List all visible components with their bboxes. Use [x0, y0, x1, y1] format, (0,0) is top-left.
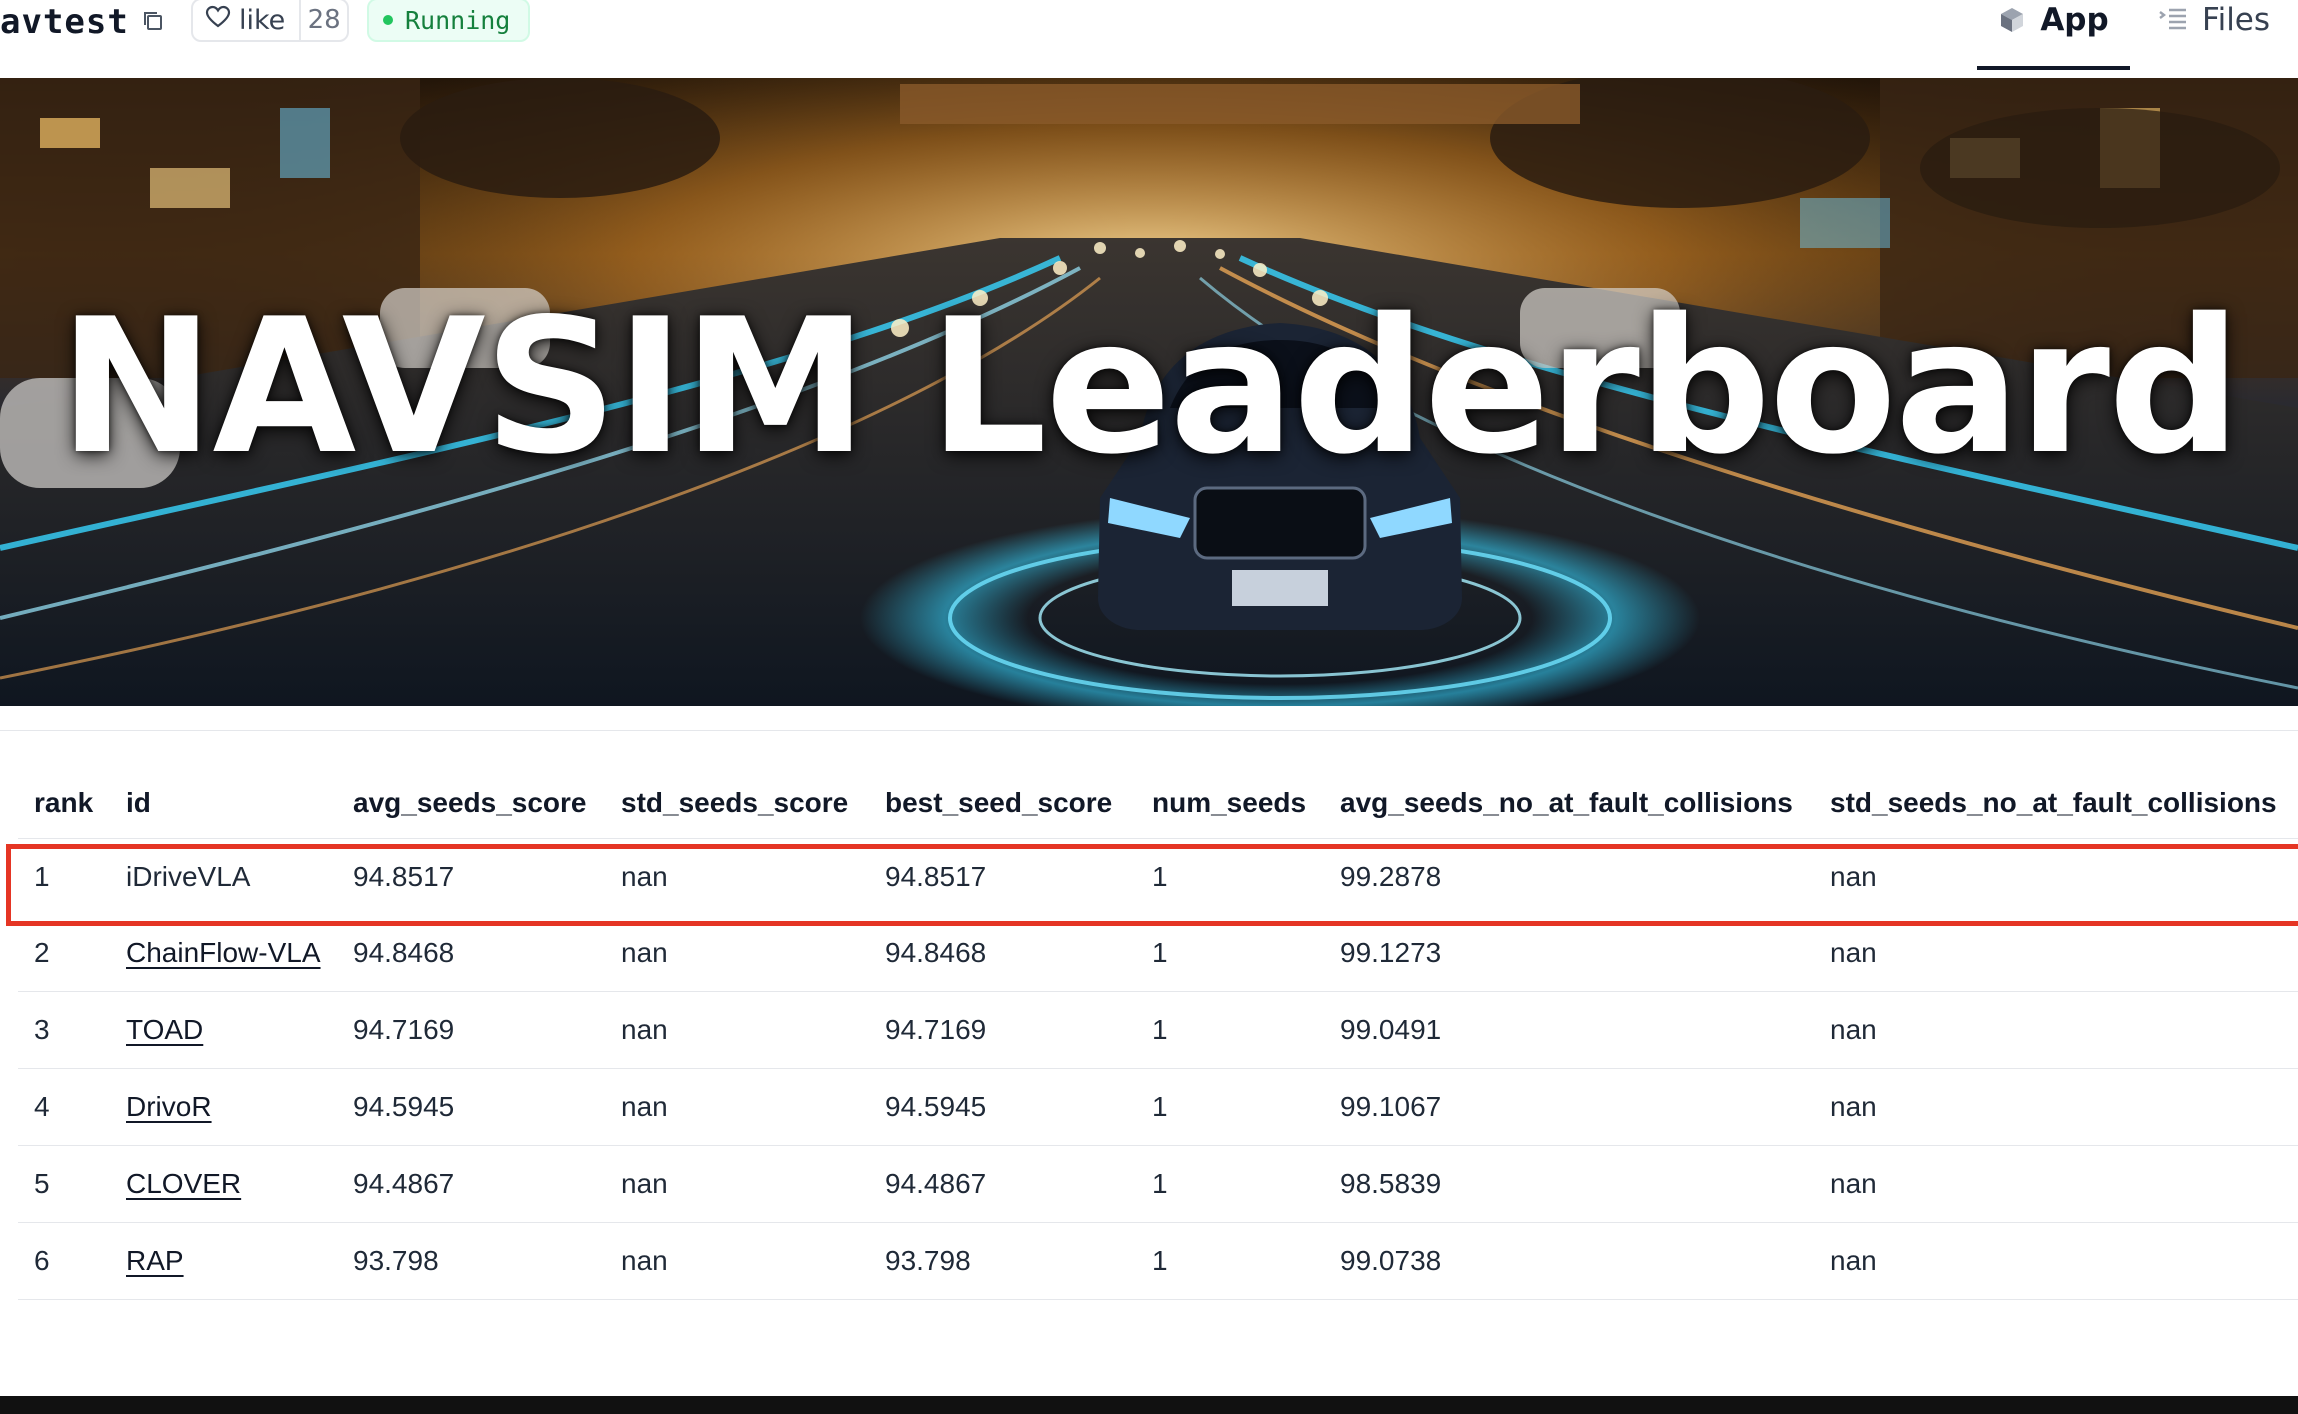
col-header-std-seeds-score[interactable]: std_seeds_score [605, 768, 869, 839]
model-link-clover[interactable]: CLOVER [126, 1168, 241, 1199]
cell-num-seeds: 1 [1136, 991, 1324, 1069]
cell-std-nc: nan [1814, 915, 2298, 992]
cell-best-score: 94.5945 [869, 1068, 1136, 1146]
col-header-avg-no-at-fault-collisions[interactable]: avg_seeds_no_at_fault_collisions [1324, 768, 1814, 839]
cell-avg-score: 94.5945 [337, 1068, 605, 1146]
table-row: 6 RAP 93.798 nan 93.798 1 99.0738 nan [18, 1222, 2298, 1300]
col-header-num-seeds[interactable]: num_seeds [1136, 768, 1324, 839]
cell-avg-score: 94.8517 [353, 861, 455, 892]
model-link-toad[interactable]: TOAD [126, 1014, 203, 1045]
cell-num-seeds: 1 [1136, 1222, 1324, 1300]
model-link-drivor[interactable]: DrivoR [126, 1091, 212, 1122]
cell-std-score: nan [621, 861, 668, 892]
table-row: 5 CLOVER 94.4867 nan 94.4867 1 98.5839 n… [18, 1145, 2298, 1223]
model-link-chainflow-vla[interactable]: ChainFlow-VLA [126, 937, 321, 968]
cell-id: CLOVER [110, 1145, 337, 1223]
space-name[interactable]: avtest [0, 2, 129, 42]
bottom-bar [0, 1396, 2298, 1414]
cell-avg-score: 94.4867 [337, 1145, 605, 1223]
cell-best-score: 94.8468 [869, 915, 1136, 992]
like-button[interactable]: like [193, 0, 302, 40]
like-label: like [239, 4, 286, 36]
cell-std-score: nan [605, 1068, 869, 1146]
files-list-icon [2158, 2, 2202, 40]
cell-id: iDriveVLA [126, 861, 251, 892]
tab-files[interactable]: Files [2158, 0, 2270, 72]
cell-avg-score: 94.7169 [337, 991, 605, 1069]
status-text: Running [405, 5, 511, 35]
cell-avg-nc: 99.0738 [1324, 1222, 1814, 1300]
cell-best-score: 94.4867 [869, 1145, 1136, 1223]
cell-avg-nc: 99.2878 [1340, 861, 1442, 892]
cell-id: ChainFlow-VLA [110, 915, 337, 992]
col-header-std-no-at-fault-collisions[interactable]: std_seeds_no_at_fault_collisions [1814, 768, 2298, 839]
cell-id: TOAD [110, 991, 337, 1069]
heart-icon [205, 5, 239, 36]
cell-rank: 3 [18, 991, 110, 1069]
col-header-avg-seeds-score[interactable]: avg_seeds_score [337, 768, 605, 839]
cell-num-seeds: 1 [1136, 1068, 1324, 1146]
cell-rank: 5 [18, 1145, 110, 1223]
col-header-id[interactable]: id [110, 768, 337, 839]
table-row: 4 DrivoR 94.5945 nan 94.5945 1 99.1067 n… [18, 1068, 2298, 1146]
cell-std-score: nan [605, 991, 869, 1069]
status-dot-icon [383, 15, 393, 25]
cell-best-score: 93.798 [869, 1222, 1136, 1300]
cell-num-seeds: 1 [1136, 915, 1324, 992]
table-row: 2 ChainFlow-VLA 94.8468 nan 94.8468 1 99… [18, 915, 2298, 992]
cell-std-score: nan [605, 915, 869, 992]
cell-std-score: nan [605, 1145, 869, 1223]
cell-best-score: 94.8517 [885, 861, 987, 892]
cell-num-seeds: 1 [1136, 1145, 1324, 1223]
cell-id: DrivoR [110, 1068, 337, 1146]
cell-rank: 1 [34, 861, 50, 892]
like-count: 28 [307, 5, 341, 35]
cell-avg-nc: 99.1273 [1324, 915, 1814, 992]
cell-std-nc: nan [1814, 1145, 2298, 1223]
banner-title: NAVSIM Leaderboard [58, 278, 2241, 495]
cell-id: RAP [110, 1222, 337, 1300]
cube-icon [1998, 2, 2040, 42]
cell-rank: 4 [18, 1068, 110, 1146]
model-link-rap[interactable]: RAP [126, 1245, 184, 1276]
tab-files-label: Files [2202, 2, 2271, 38]
copy-icon[interactable] [141, 9, 165, 33]
banner-divider [0, 730, 2298, 731]
cell-rank: 6 [18, 1222, 110, 1300]
col-header-rank[interactable]: rank [18, 768, 110, 839]
tab-app-label: App [2040, 2, 2109, 38]
like-widget: like 28 [191, 0, 349, 42]
cell-avg-nc: 99.1067 [1324, 1068, 1814, 1146]
table-row: 3 TOAD 94.7169 nan 94.7169 1 99.0491 nan [18, 991, 2298, 1069]
banner-image: NAVSIM Leaderboard [0, 78, 2298, 706]
cell-std-nc: nan [1830, 861, 1877, 892]
cell-avg-nc: 98.5839 [1324, 1145, 1814, 1223]
cell-avg-score: 93.798 [337, 1222, 605, 1300]
col-header-best-seed-score[interactable]: best_seed_score [869, 768, 1136, 839]
cell-std-nc: nan [1814, 1222, 2298, 1300]
space-header: avtest like 28 Running App Files [0, 0, 2298, 79]
cell-num-seeds: 1 [1152, 861, 1168, 892]
cell-avg-nc: 99.0491 [1324, 991, 1814, 1069]
cell-best-score: 94.7169 [869, 991, 1136, 1069]
cell-rank: 2 [18, 915, 110, 992]
table-row: 1 iDriveVLA 94.8517 nan 94.8517 1 99.287… [18, 839, 2298, 916]
leaderboard-table: rank id avg_seeds_score std_seeds_score … [18, 768, 2298, 1300]
cell-std-nc: nan [1814, 1068, 2298, 1146]
cell-avg-score: 94.8468 [337, 915, 605, 992]
cell-std-nc: nan [1814, 991, 2298, 1069]
tab-app[interactable]: App [1977, 0, 2130, 70]
status-badge: Running [367, 0, 531, 42]
table-header-row: rank id avg_seeds_score std_seeds_score … [18, 768, 2298, 839]
cell-std-score: nan [605, 1222, 869, 1300]
